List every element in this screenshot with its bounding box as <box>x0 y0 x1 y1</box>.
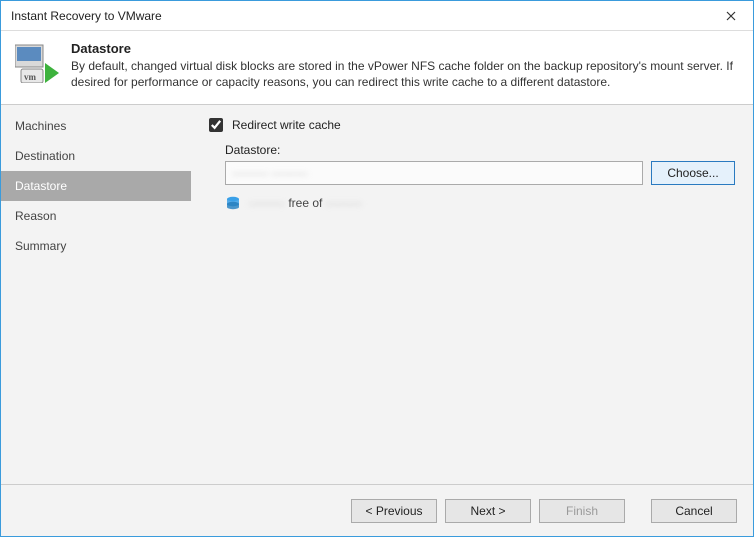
close-icon <box>726 11 736 21</box>
datastore-label: Datastore: <box>225 143 735 157</box>
wizard-footer: < Previous Next > Finish Cancel <box>1 484 753 536</box>
redirect-checkbox[interactable] <box>209 118 223 132</box>
finish-button: Finish <box>539 499 625 523</box>
choose-button-label: Choose... <box>667 166 718 180</box>
free-value-b: ——— <box>326 196 362 210</box>
close-button[interactable] <box>709 1 753 31</box>
sidebar-item-datastore[interactable]: Datastore <box>1 171 191 201</box>
sidebar-item-label: Reason <box>15 209 56 223</box>
cancel-button[interactable]: Cancel <box>651 499 737 523</box>
wizard-body: Machines Destination Datastore Reason Su… <box>1 104 753 484</box>
choose-button[interactable]: Choose... <box>651 161 735 185</box>
next-button-label: Next > <box>470 504 505 518</box>
previous-button[interactable]: < Previous <box>351 499 437 523</box>
datastore-value: ——— ——— <box>232 166 307 180</box>
banner-heading: Datastore <box>71 41 739 56</box>
sidebar-item-label: Datastore <box>15 179 67 193</box>
free-mid-text: free of <box>288 196 325 210</box>
banner-description: By default, changed virtual disk blocks … <box>71 58 739 90</box>
sidebar-item-label: Destination <box>15 149 75 163</box>
sidebar-item-machines[interactable]: Machines <box>1 111 191 141</box>
datastore-icon <box>225 195 241 211</box>
svg-text:vm: vm <box>24 72 37 82</box>
datastore-input[interactable]: ——— ——— <box>225 161 643 185</box>
free-space-row: ——— free of ——— <box>225 195 735 211</box>
sidebar-item-reason[interactable]: Reason <box>1 201 191 231</box>
sidebar-item-destination[interactable]: Destination <box>1 141 191 171</box>
sidebar-item-label: Machines <box>15 119 66 133</box>
cancel-button-label: Cancel <box>675 504 712 518</box>
sidebar-item-label: Summary <box>15 239 66 253</box>
finish-button-label: Finish <box>566 504 598 518</box>
window-title: Instant Recovery to VMware <box>11 9 709 23</box>
banner: vm Datastore By default, changed virtual… <box>1 31 753 104</box>
titlebar: Instant Recovery to VMware <box>1 1 753 31</box>
next-button[interactable]: Next > <box>445 499 531 523</box>
wizard-sidebar: Machines Destination Datastore Reason Su… <box>1 105 191 484</box>
wizard-content: Redirect write cache Datastore: ——— ——— … <box>191 105 753 484</box>
sidebar-item-summary[interactable]: Summary <box>1 231 191 261</box>
free-value-a: ——— <box>249 196 285 210</box>
wizard-icon: vm <box>15 43 59 83</box>
previous-button-label: < Previous <box>365 504 422 518</box>
redirect-label[interactable]: Redirect write cache <box>232 118 341 132</box>
